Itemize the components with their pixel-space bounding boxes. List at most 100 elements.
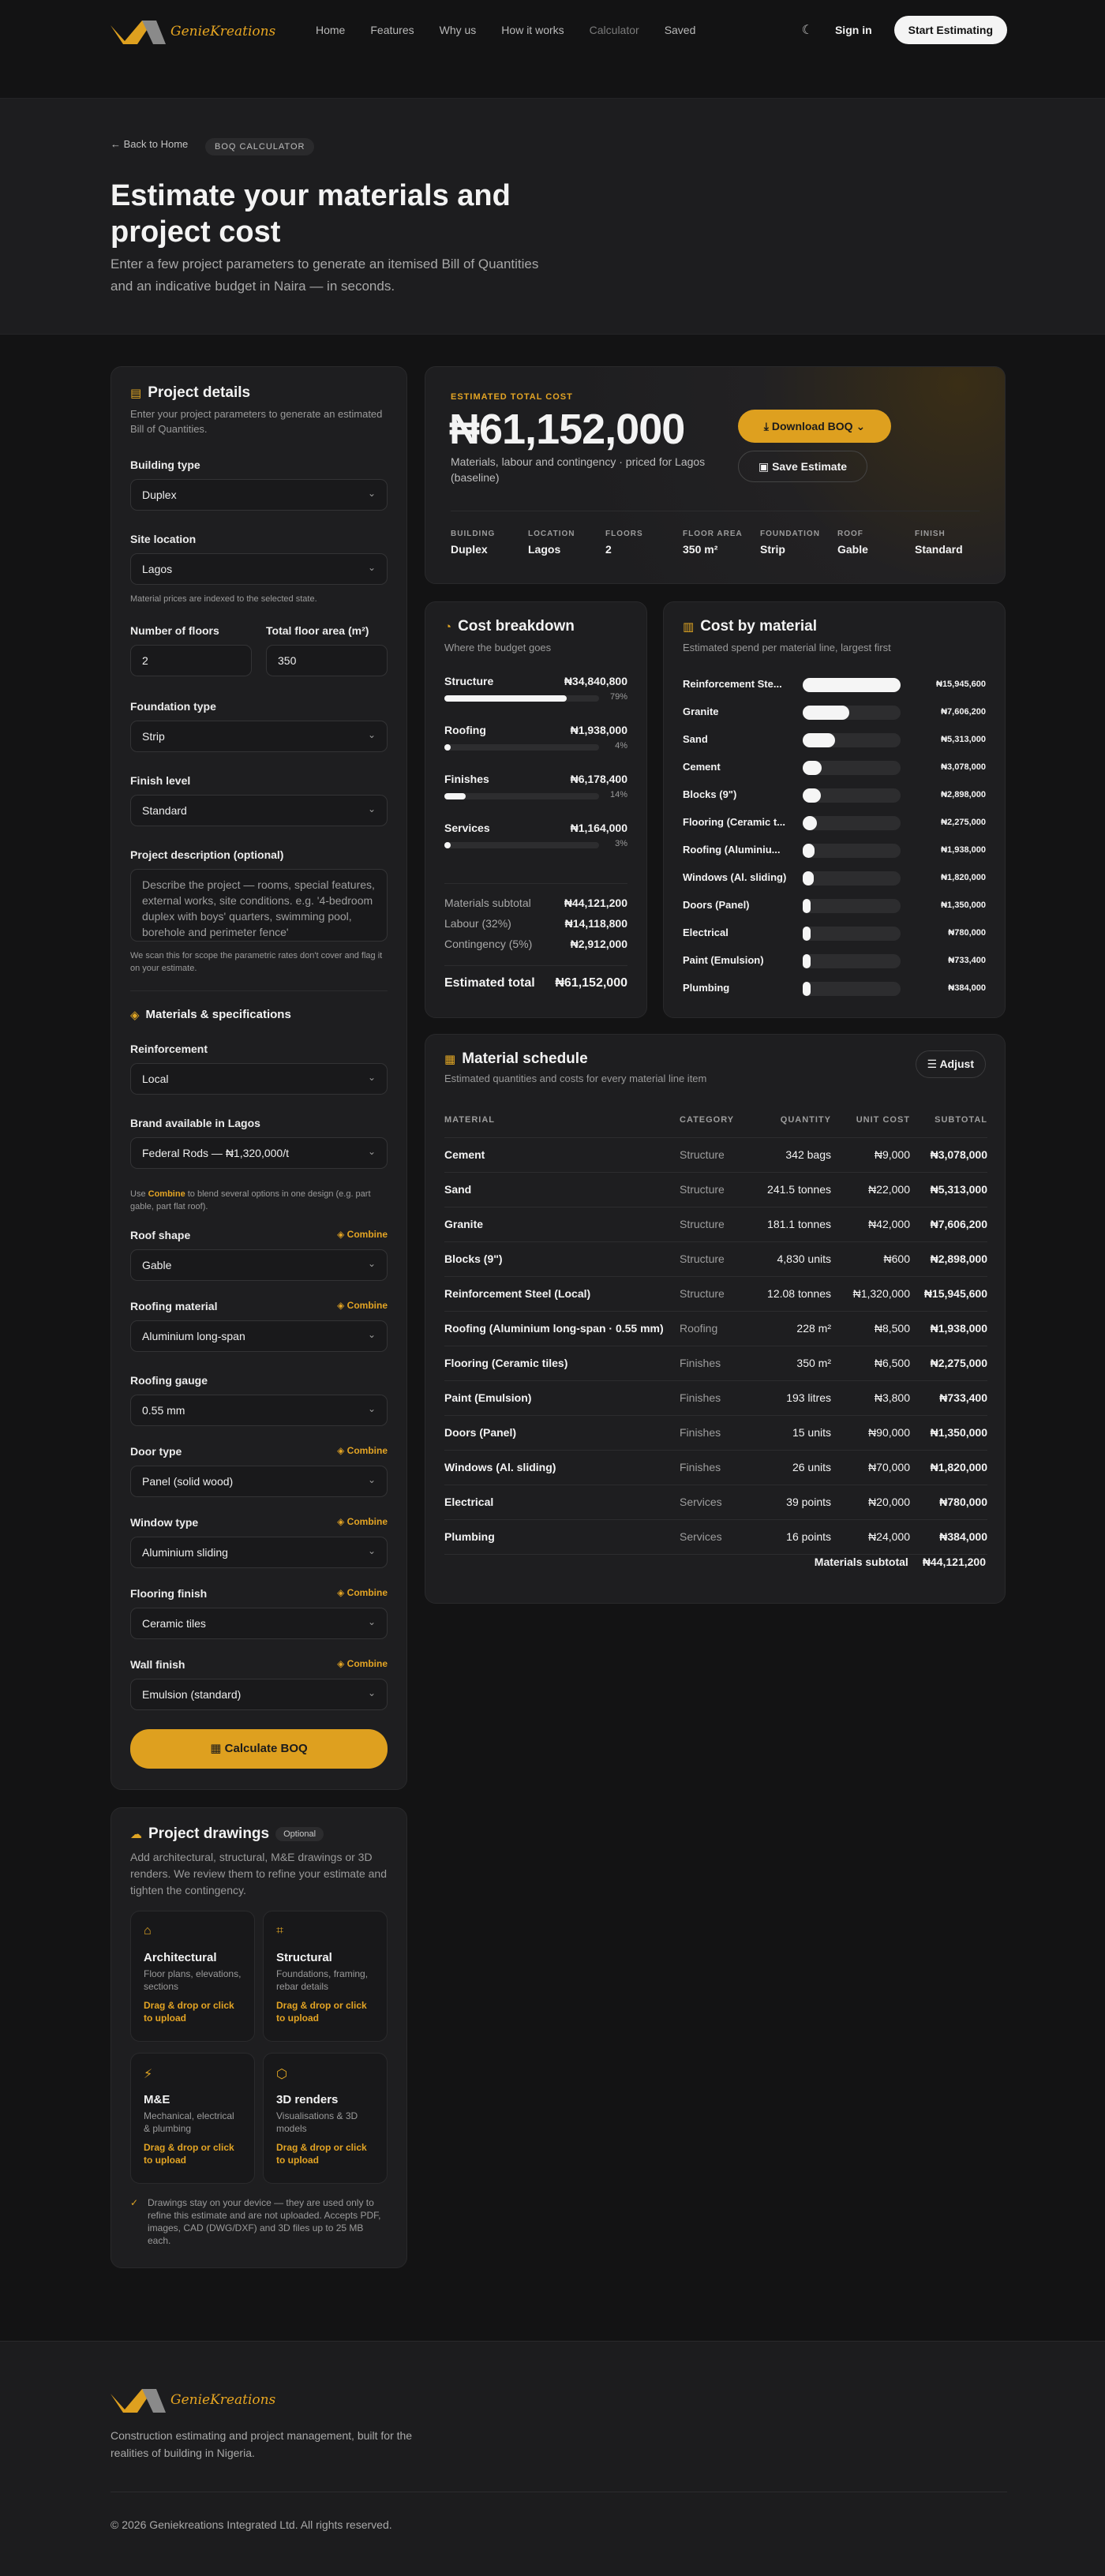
material-schedule-title: Material schedule xyxy=(462,1050,588,1067)
save-estimate-button[interactable]: ▣ Save Estimate xyxy=(738,451,867,482)
divider xyxy=(444,965,627,966)
breakdown-bar-track xyxy=(444,695,599,702)
material-bar-label: Doors (Panel) xyxy=(683,899,750,911)
upload-title: Architectural xyxy=(144,1951,217,1964)
cell-category: Services xyxy=(680,1485,754,1520)
upload-architectural[interactable]: ⌂ Architectural Floor plans, elevations,… xyxy=(130,1911,255,2042)
cell-unit-cost: ₦22,000 xyxy=(831,1172,910,1208)
brand-select[interactable]: Federal Rods — ₦1,320,000/t ⌄ xyxy=(130,1137,388,1169)
material-bar-label: Paint (Emulsion) xyxy=(683,954,764,966)
table-row: Flooring (Ceramic tiles) Finishes 350 m² ₦6… xyxy=(444,1346,987,1381)
breakdown-item: Services ₦1,164,000 3% xyxy=(444,822,627,861)
cell-subtotal: ₦7,606,200 xyxy=(910,1207,987,1242)
material-bar-track xyxy=(803,678,901,692)
adjust-button[interactable]: ☰ Adjust xyxy=(915,1050,986,1078)
roof-shape-select[interactable]: Gable ⌄ xyxy=(130,1249,388,1281)
nav-link-why-us[interactable]: Why us xyxy=(440,24,477,36)
reinforcement-label: Reinforcement xyxy=(130,1043,208,1055)
breakdown-summary: Materials subtotal ₦44,121,200 Labour (32… xyxy=(444,893,627,954)
foundation-type-select[interactable]: Strip ⌄ xyxy=(130,721,388,752)
material-bar-track xyxy=(803,982,901,996)
wall-finish-select[interactable]: Emulsion (standard) ⌄ xyxy=(130,1679,388,1710)
col-unit-cost: UNIT COST xyxy=(831,1103,910,1138)
material-bar-track xyxy=(803,899,901,913)
project-drawings-title: Project drawings xyxy=(148,1825,270,1842)
project-description-textarea[interactable]: Describe the project — rooms, special fe… xyxy=(130,869,388,942)
contingency-label: Contingency (5%) xyxy=(444,938,533,950)
wall-combine-button[interactable]: ◈ Combine xyxy=(337,1658,388,1669)
chevron-down-icon: ⌄ xyxy=(367,1258,376,1269)
cell-quantity: 350 m² xyxy=(754,1346,831,1381)
window-combine-button[interactable]: ◈ Combine xyxy=(337,1516,388,1527)
flooring-finish-select[interactable]: Ceramic tiles ⌄ xyxy=(130,1608,388,1639)
start-estimating-button[interactable]: Start Estimating xyxy=(893,16,1007,44)
hero-section: ← Back to Home BOQ CALCULATOR Estimate y… xyxy=(0,98,1105,335)
spec-key: ROOF xyxy=(837,530,863,538)
back-to-home-link[interactable]: ← Back to Home xyxy=(110,138,188,150)
roofing-gauge-select[interactable]: 0.55 mm ⌄ xyxy=(130,1395,388,1426)
material-bar-label: Reinforcement Ste... xyxy=(683,678,782,690)
cell-unit-cost: ₦9,000 xyxy=(831,1137,910,1173)
cell-unit-cost: ₦3,800 xyxy=(831,1380,910,1416)
window-type-select[interactable]: Aluminium sliding ⌄ xyxy=(130,1537,388,1568)
material-bar xyxy=(803,678,901,692)
roofing-material-label: Roofing material xyxy=(130,1300,218,1312)
combine-label: Combine xyxy=(346,1229,388,1240)
cell-subtotal: ₦1,350,000 xyxy=(910,1415,987,1451)
cell-category: Finishes xyxy=(680,1346,754,1381)
material-bar-label: Sand xyxy=(683,733,708,745)
breakdown-name: Structure xyxy=(444,675,494,687)
building-type-value: Duplex xyxy=(142,489,177,501)
material-bar xyxy=(803,927,811,941)
materials-specs-heading: ◈ Materials & specifications xyxy=(130,1008,291,1022)
material-bar xyxy=(803,954,811,968)
spec-key: FLOORS xyxy=(605,530,643,538)
chevron-down-icon: ⌄ xyxy=(367,488,376,499)
download-boq-button[interactable]: ⤓ Download BOQ ⌄ xyxy=(738,410,891,443)
flooring-combine-button[interactable]: ◈ Combine xyxy=(337,1587,388,1598)
upload-action: Drag & drop or click to upload xyxy=(144,2000,234,2024)
reinforcement-select[interactable]: Local ⌄ xyxy=(130,1063,388,1095)
upload-structural[interactable]: ⌗ Structural Foundations, framing, rebar… xyxy=(263,1911,388,2042)
cell-category: Structure xyxy=(680,1137,754,1173)
brand-logo[interactable]: GenieKreations xyxy=(110,17,275,46)
footer-logo[interactable]: GenieKreations xyxy=(110,2386,275,2414)
spec-value: Strip xyxy=(760,543,785,556)
upload-mep[interactable]: ⚡ M&E Mechanical, electrical & plumbing … xyxy=(130,2053,255,2184)
cell-unit-cost: ₦24,000 xyxy=(831,1519,910,1555)
calculate-boq-button[interactable]: ▦ Calculate BOQ xyxy=(130,1729,388,1769)
roofing-material-select[interactable]: Aluminium long-span ⌄ xyxy=(130,1320,388,1352)
cell-quantity: 16 points xyxy=(754,1519,831,1555)
nav-link-saved[interactable]: Saved xyxy=(665,24,696,36)
cost-breakdown-title: Cost breakdown xyxy=(458,618,575,635)
nav-link-how-it-works[interactable]: How it works xyxy=(501,24,564,36)
nav-link-features[interactable]: Features xyxy=(370,24,414,36)
material-bar-label: Roofing (Aluminiu... xyxy=(683,844,781,856)
table-row: Reinforcement Steel (Local) Structure 12.0… xyxy=(444,1276,987,1312)
site-location-select[interactable]: Lagos ⌄ xyxy=(130,553,388,585)
door-type-select[interactable]: Panel (solid wood) ⌄ xyxy=(130,1466,388,1497)
floor-area-input[interactable]: 350 xyxy=(266,645,388,676)
materials-specs-title: Materials & specifications xyxy=(145,1008,291,1021)
material-bar-value: ₦2,898,000 xyxy=(941,790,986,799)
sign-in-link[interactable]: Sign in xyxy=(835,24,872,36)
roofing-material-combine-button[interactable]: ◈ Combine xyxy=(337,1300,388,1311)
material-bar-track xyxy=(803,788,901,803)
floors-value: 2 xyxy=(142,654,148,667)
breakdown-name: Roofing xyxy=(444,724,486,736)
breakdown-value: ₦1,938,000 xyxy=(570,724,627,736)
site-location-label: Site location xyxy=(130,533,197,545)
material-schedule-card: ▦ Material schedule Estimated quantities … xyxy=(425,1034,1006,1604)
nav-link-calculator[interactable]: Calculator xyxy=(590,24,639,36)
nav-link-home[interactable]: Home xyxy=(316,24,345,36)
building-type-select[interactable]: Duplex ⌄ xyxy=(130,479,388,511)
floors-input[interactable]: 2 xyxy=(130,645,252,676)
roof-combine-button[interactable]: ◈ Combine xyxy=(337,1229,388,1240)
finish-level-select[interactable]: Standard ⌄ xyxy=(130,795,388,826)
cell-subtotal: ₦1,820,000 xyxy=(910,1450,987,1485)
door-combine-button[interactable]: ◈ Combine xyxy=(337,1445,388,1456)
foundation-type-label: Foundation type xyxy=(130,700,216,713)
theme-toggle-moon-icon[interactable]: ☾ xyxy=(802,22,813,38)
upload-3d-renders[interactable]: ⬡ 3D renders Visualisations & 3D models … xyxy=(263,2053,388,2184)
material-bar xyxy=(803,982,811,996)
